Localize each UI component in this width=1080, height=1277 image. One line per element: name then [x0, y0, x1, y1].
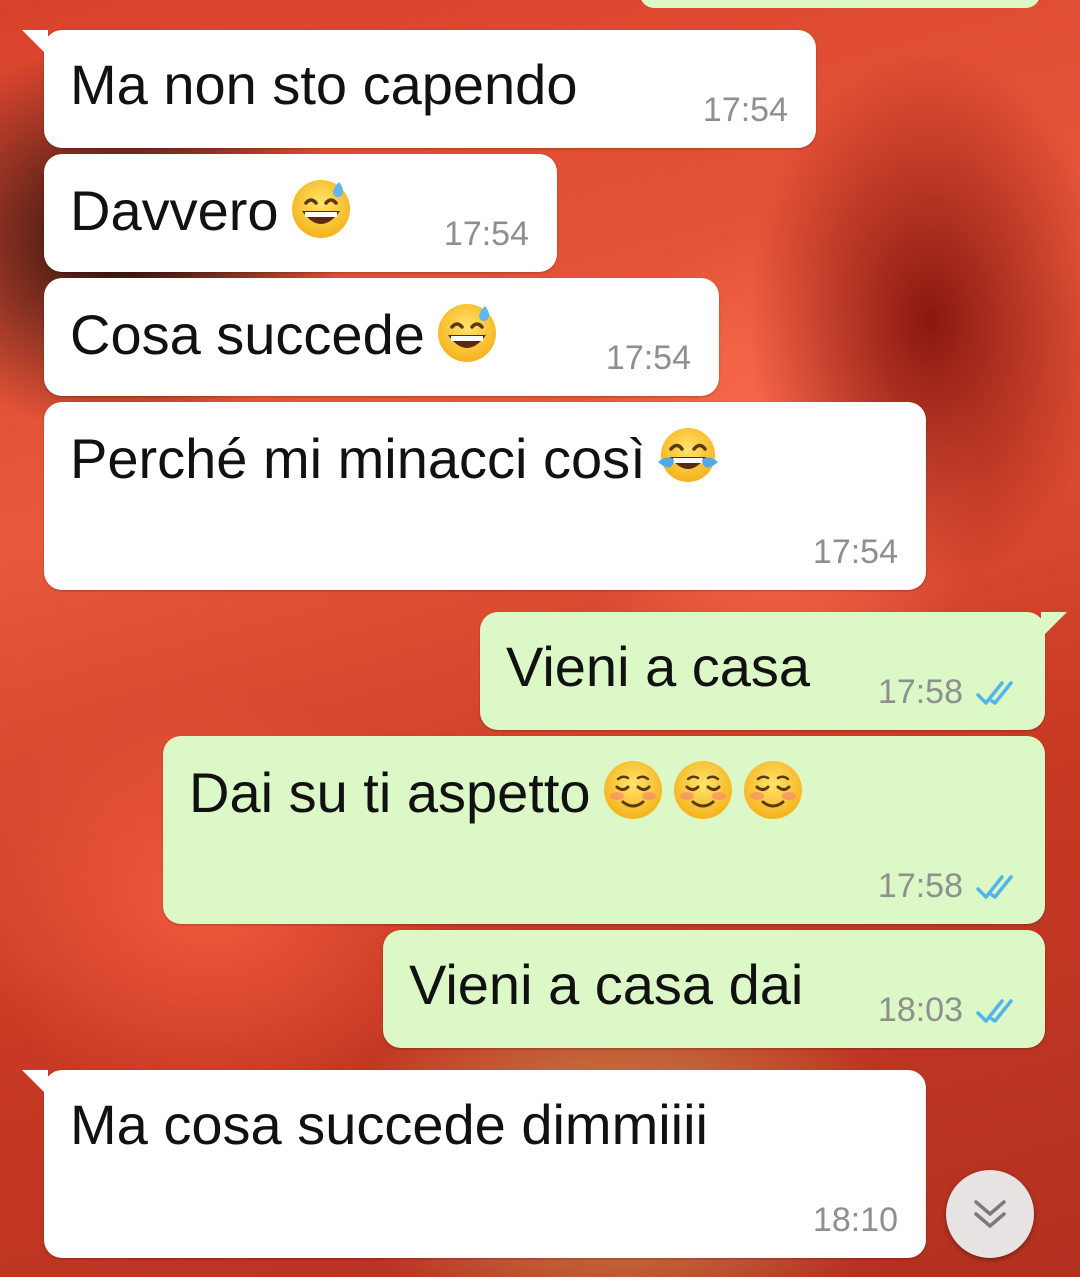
double-check-icon	[975, 678, 1021, 708]
message-time: 17:54	[702, 91, 788, 129]
message-text: Davvero	[70, 176, 353, 244]
message-text-content: Cosa succede	[70, 303, 425, 366]
bubble-tail	[22, 30, 48, 56]
smiling-blush-emoji-icon	[671, 758, 735, 822]
scroll-to-bottom-button[interactable]	[946, 1170, 1034, 1258]
bubble-tail	[22, 1070, 48, 1096]
message-text: Perché mi minacci così	[70, 424, 720, 492]
message-text: Ma cosa succede dimmiiii	[70, 1093, 708, 1156]
message-time: 17:58	[877, 673, 963, 711]
message-bubble-incoming[interactable]: Ma non sto capendo 17:54	[22, 30, 816, 148]
grinning-sweat-emoji-icon	[435, 300, 499, 364]
double-check-icon	[975, 872, 1021, 902]
grinning-sweat-emoji-icon	[289, 176, 353, 240]
message-time: 17:54	[443, 215, 529, 253]
message-text-content: Dai su ti aspetto	[189, 761, 591, 824]
smiling-blush-emoji-icon	[741, 758, 805, 822]
message-text-content: Davvero	[70, 179, 279, 242]
message-bubble-incoming[interactable]: Ma cosa succede dimmiiii 18:10	[22, 1070, 926, 1258]
message-text: Vieni a casa dai	[409, 953, 804, 1016]
message-bubble-outgoing[interactable]: Dai su ti aspetto 17:58	[163, 736, 1045, 924]
message-bubble-outgoing[interactable]: Vieni a casa dai 18:03	[383, 930, 1045, 1048]
message-text: Dai su ti aspetto	[189, 758, 805, 826]
message-bubble-incoming[interactable]: Perché mi minacci così 17:54	[44, 402, 926, 590]
message-time: 17:58	[877, 867, 963, 905]
message-time: 17:54	[605, 339, 691, 377]
message-bubble-outgoing[interactable]: Vieni a casa 17:58	[480, 612, 1067, 730]
message-text: Cosa succede	[70, 300, 499, 368]
message-text: Vieni a casa	[506, 635, 811, 698]
message-time: 17:54	[812, 533, 898, 571]
message-time: 18:10	[812, 1201, 898, 1239]
message-bubble-incoming[interactable]: Cosa succede 17:54	[44, 278, 719, 396]
tears-of-joy-emoji-icon	[656, 424, 720, 488]
message-time: 18:03	[877, 991, 963, 1029]
message-text: Ma non sto capendo	[70, 53, 578, 116]
message-bubble-incoming[interactable]: Davvero 17:54	[44, 154, 557, 272]
double-check-icon	[975, 996, 1021, 1026]
bubble-tail	[1041, 612, 1067, 638]
previous-message-bubble-edge	[640, 0, 1040, 8]
chevron-double-down-icon	[974, 1200, 1006, 1228]
message-text-content: Perché mi minacci così	[70, 427, 646, 490]
smiling-blush-emoji-icon	[601, 758, 665, 822]
